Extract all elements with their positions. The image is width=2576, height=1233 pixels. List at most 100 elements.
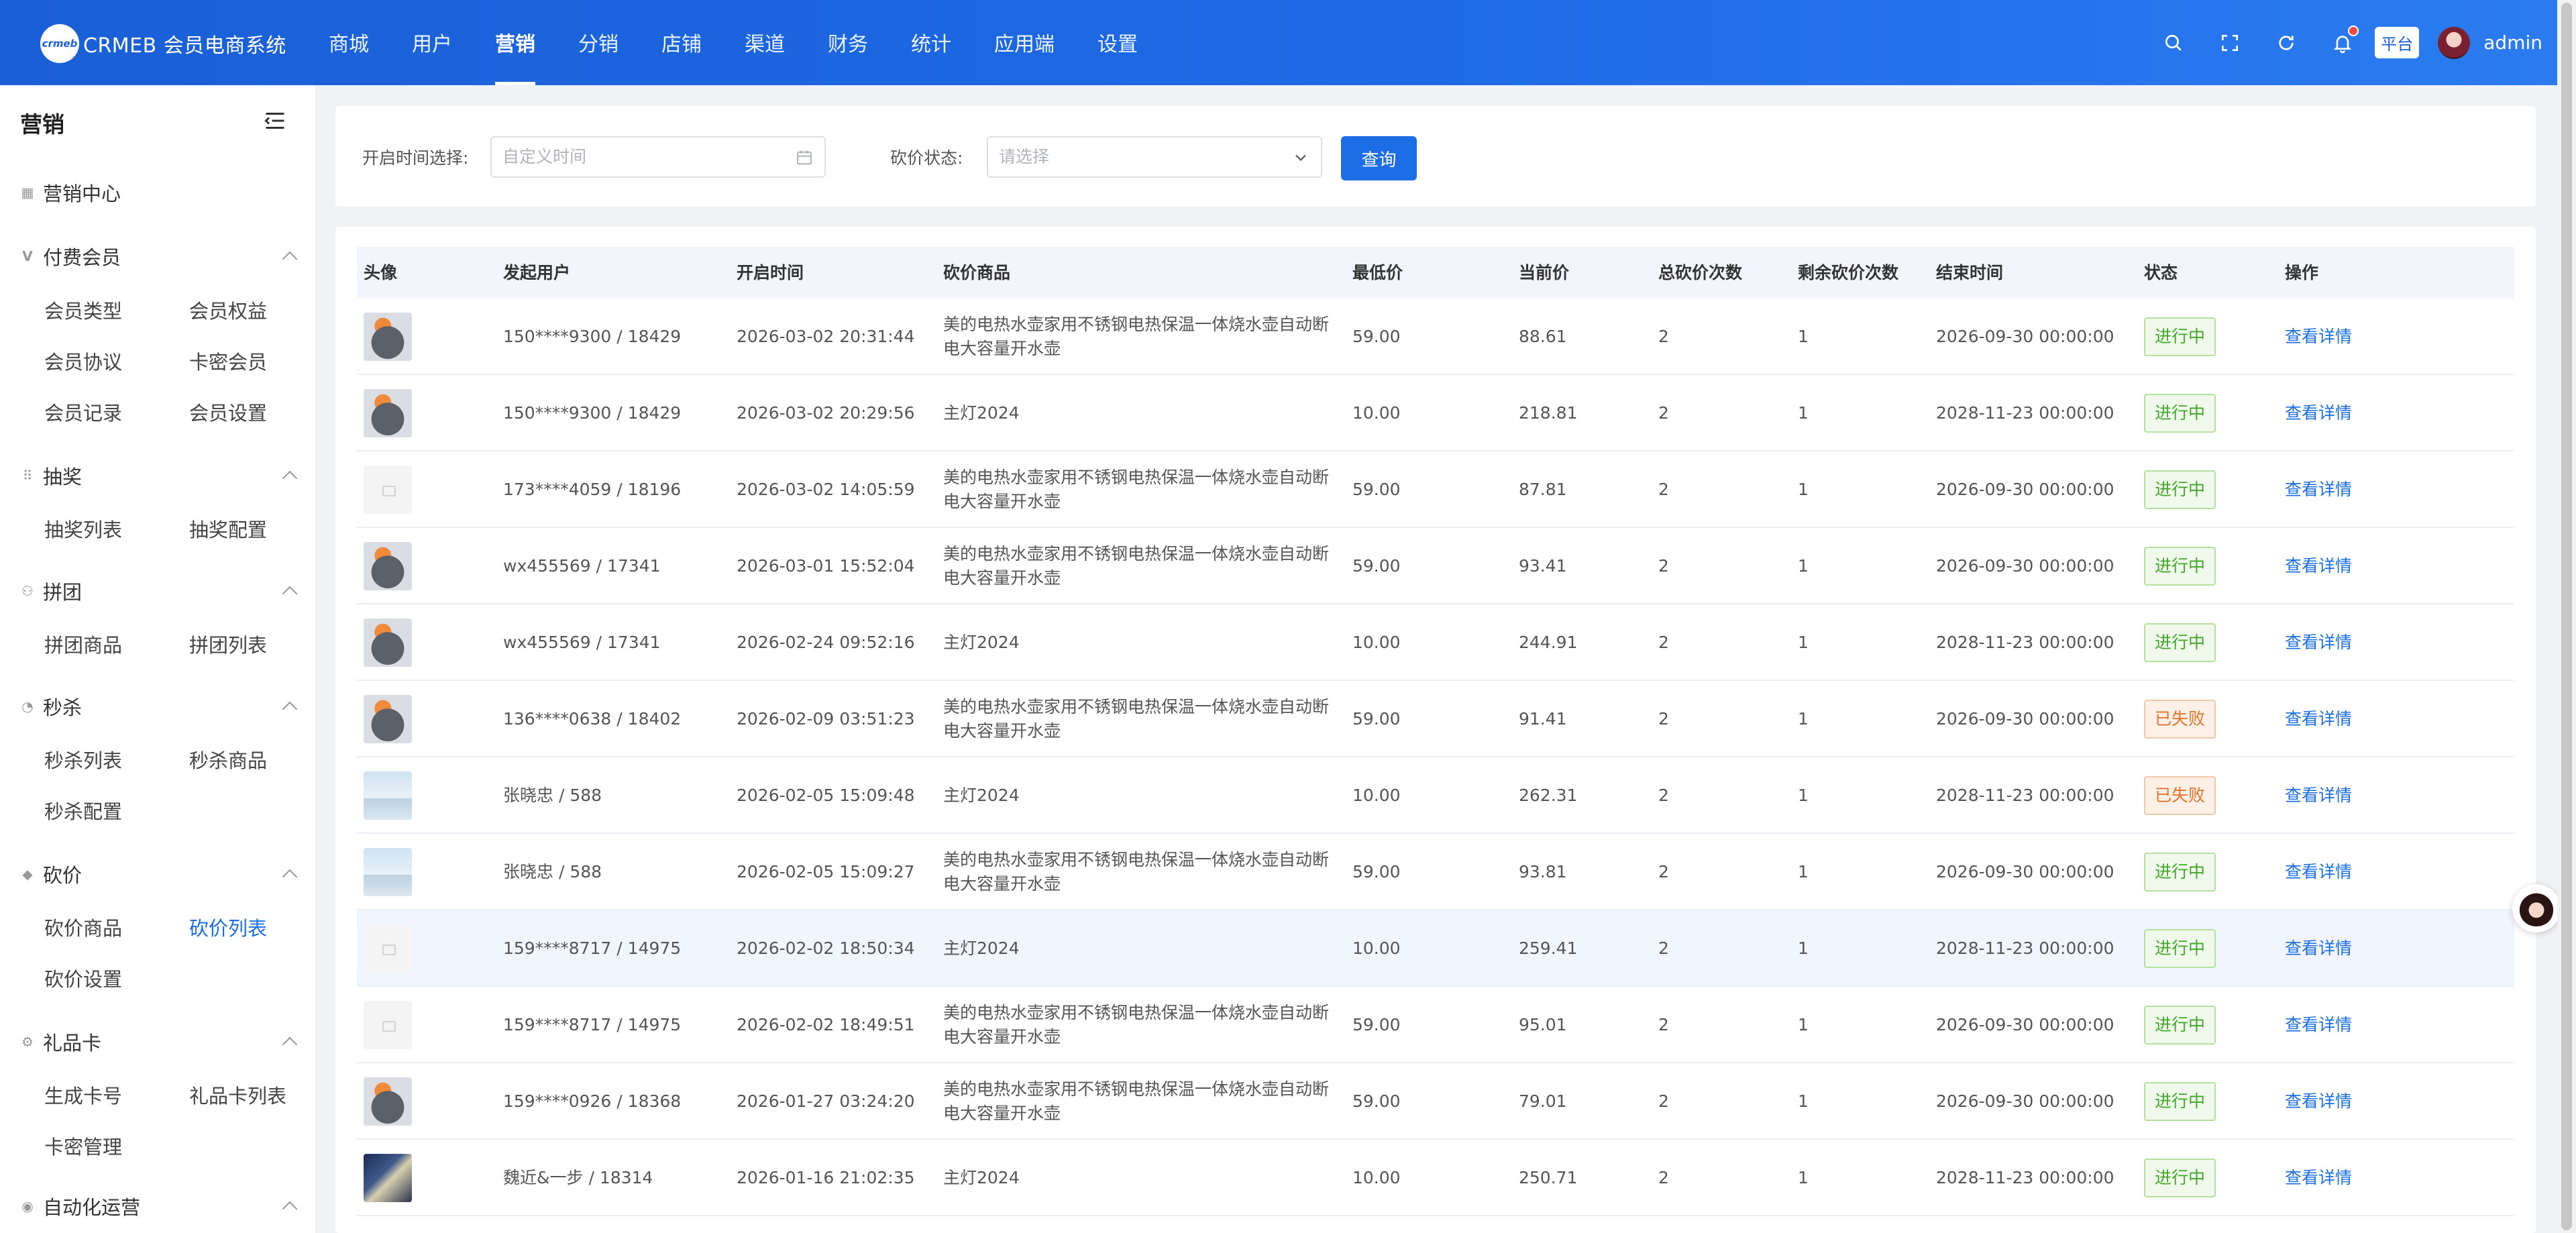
- view-detail-link[interactable]: 查看详情: [2285, 707, 2352, 731]
- nav-item[interactable]: 用户: [412, 0, 452, 85]
- view-detail-link[interactable]: 查看详情: [2285, 936, 2352, 961]
- table-row[interactable]: wx455569 / 17341 2026-02-24 09:52:16 主灯202…: [357, 604, 2514, 681]
- nav-item[interactable]: 商城: [329, 0, 369, 85]
- user-avatar[interactable]: [364, 619, 412, 667]
- chevron-up-icon: [282, 869, 298, 885]
- total-bargain-count: 2: [1658, 480, 1669, 499]
- view-detail-link[interactable]: 查看详情: [2285, 1089, 2352, 1114]
- search-icon[interactable]: [2160, 30, 2187, 56]
- sidebar-item-member-record[interactable]: 会员记录: [44, 398, 122, 426]
- table-row[interactable]: 150****9300 / 18429 2026-03-02 20:29:56 主灯…: [357, 375, 2514, 451]
- bargain-table: 头像 发起用户 开启时间 砍价商品 最低价 当前价 总砍价次数 剩余砍价次数 结束时间 状态 操作 …: [335, 227, 2536, 1233]
- status-cell: 进行中: [2144, 451, 2216, 528]
- view-detail-link[interactable]: 查看详情: [2285, 631, 2352, 655]
- sidebar-item-card-manage[interactable]: 卡密管理: [44, 1132, 122, 1160]
- refresh-icon[interactable]: [2273, 30, 2300, 56]
- initiator-user: 173****4059 / 18196: [503, 480, 682, 499]
- nav-item[interactable]: 统计: [911, 0, 951, 85]
- nav-item[interactable]: 店铺: [661, 0, 702, 85]
- view-detail-link[interactable]: 查看详情: [2285, 554, 2352, 578]
- table-row[interactable]: 173****4059 / 18196 2026-03-02 14:05:59 美的…: [357, 451, 2514, 528]
- collapse-menu-icon[interactable]: [263, 111, 287, 131]
- sidebar-item-member-rights[interactable]: 会员权益: [189, 296, 267, 324]
- sidebar-section-seckill[interactable]: ◔ 秒杀: [20, 692, 298, 720]
- sidebar-item-group-goods[interactable]: 拼团商品: [44, 630, 122, 658]
- sidebar-section-automation[interactable]: ◉ 自动化运营: [20, 1192, 298, 1220]
- nav-item[interactable]: 财务: [828, 0, 868, 85]
- customer-service-button[interactable]: [2512, 884, 2561, 932]
- bargain-status-select[interactable]: 请选择: [987, 136, 1322, 178]
- view-detail-link[interactable]: 查看详情: [2285, 860, 2352, 884]
- column-header: 当前价: [1519, 263, 1570, 282]
- table-row[interactable]: 150****9300 / 18429 2026-03-02 20:31:44 美的…: [357, 299, 2514, 375]
- bargain-goods: 美的电热水壶家用不锈钢电热保温一体烧水壶自动断电大容量开水壶: [943, 315, 1330, 358]
- initiator-user: 张晓忠 / 588: [503, 862, 602, 881]
- fullscreen-icon[interactable]: [2216, 30, 2243, 56]
- start-time-picker[interactable]: 自定义时间: [490, 136, 826, 178]
- sidebar-section-paid-member[interactable]: V 付费会员: [20, 242, 298, 270]
- table-row[interactable]: 张晓忠 / 588 2026-02-05 15:09:27 美的电热水壶家用不锈钢电…: [357, 834, 2514, 910]
- nav-item[interactable]: 设置: [1097, 0, 1138, 85]
- view-detail-link[interactable]: 查看详情: [2285, 784, 2352, 808]
- scrollbar-thumb[interactable]: [2561, 3, 2572, 1230]
- user-avatar[interactable]: [364, 695, 412, 743]
- nav-item[interactable]: 营销: [495, 0, 535, 85]
- start-time: 2026-03-02 20:31:44: [737, 327, 915, 346]
- sidebar-item-member-type[interactable]: 会员类型: [44, 296, 122, 324]
- table-row[interactable]: 张晓忠 / 588 2026-02-05 15:09:48 主灯2024 10.00 2…: [357, 757, 2514, 834]
- sidebar-item-gift-card-list[interactable]: 礼品卡列表: [189, 1081, 286, 1109]
- table-row[interactable]: 魏近&一步 / 18314 2026-01-16 21:02:35 主灯2024 10…: [357, 1140, 2514, 1216]
- view-detail-link[interactable]: 查看详情: [2285, 325, 2352, 349]
- sidebar-section-bargain[interactable]: ◆ 砍价: [20, 860, 298, 888]
- logo[interactable]: crmeb CRMEB 会员电商系统: [40, 23, 286, 64]
- sidebar-item-seckill-list[interactable]: 秒杀列表: [44, 745, 122, 773]
- status-badge: 进行中: [2144, 317, 2216, 356]
- user-avatar[interactable]: [364, 1154, 412, 1202]
- view-detail-link[interactable]: 查看详情: [2285, 401, 2352, 425]
- bell-icon[interactable]: [2329, 25, 2359, 56]
- user-avatar[interactable]: [364, 924, 412, 973]
- sidebar-section-gift-card[interactable]: ⚙ 礼品卡: [20, 1028, 298, 1056]
- platform-badge[interactable]: 平台: [2375, 27, 2420, 58]
- sidebar-item-member-settings[interactable]: 会员设置: [189, 398, 267, 426]
- view-detail-link[interactable]: 查看详情: [2285, 478, 2352, 502]
- user-avatar[interactable]: [364, 771, 412, 820]
- sidebar-item-bargain-list[interactable]: 砍价列表: [189, 913, 267, 941]
- avatar-cell: [364, 834, 412, 910]
- sidebar-item-lottery-list[interactable]: 抽奖列表: [44, 515, 122, 543]
- nav-item[interactable]: 渠道: [745, 0, 785, 85]
- sidebar-item-seckill-config[interactable]: 秒杀配置: [44, 796, 122, 824]
- table-row[interactable]: wx455569 / 17341 2026-03-01 15:52:04 美的电热水…: [357, 528, 2514, 604]
- table-row[interactable]: 136****0638 / 18402 2026-02-09 03:51:23 美的…: [357, 681, 2514, 757]
- admin-name[interactable]: admin: [2483, 32, 2542, 54]
- sidebar-item-bargain-goods[interactable]: 砍价商品: [44, 913, 122, 941]
- user-avatar[interactable]: [364, 389, 412, 437]
- nav-item[interactable]: 分销: [578, 0, 619, 85]
- sidebar-section-lottery[interactable]: ⠿ 抽奖: [20, 462, 298, 490]
- user-avatar[interactable]: [364, 848, 412, 896]
- view-detail-link[interactable]: 查看详情: [2285, 1013, 2352, 1037]
- sidebar-item-seckill-goods[interactable]: 秒杀商品: [189, 745, 267, 773]
- sidebar-item-card-member[interactable]: 卡密会员: [189, 347, 267, 375]
- table-row[interactable]: 159****8717 / 14975 2026-02-02 18:50:34 主灯…: [357, 910, 2514, 987]
- sidebar-section-group[interactable]: ⚇ 拼团: [20, 577, 298, 605]
- sidebar-section-center[interactable]: ▦ 营销中心: [20, 178, 295, 207]
- user-avatar[interactable]: [364, 542, 412, 590]
- support-avatar-icon: [2518, 890, 2555, 926]
- sidebar-item-group-list[interactable]: 拼团列表: [189, 630, 267, 658]
- user-avatar[interactable]: [364, 1001, 412, 1049]
- user-avatar[interactable]: [364, 466, 412, 514]
- sidebar-item-generate-card[interactable]: 生成卡号: [44, 1081, 122, 1109]
- table-row[interactable]: 159****0926 / 18368 2026-01-27 03:24:20 美的…: [357, 1063, 2514, 1140]
- user-avatar[interactable]: [364, 313, 412, 361]
- user-avatar[interactable]: [364, 1077, 412, 1126]
- query-button[interactable]: 查询: [1341, 136, 1417, 180]
- view-detail-link[interactable]: 查看详情: [2285, 1166, 2352, 1190]
- nav-item[interactable]: 应用端: [994, 0, 1055, 85]
- table-row[interactable]: 159****8717 / 14975 2026-02-02 18:49:51 美的…: [357, 987, 2514, 1063]
- sidebar-item-member-agreement[interactable]: 会员协议: [44, 347, 122, 375]
- page-scrollbar[interactable]: [2557, 0, 2576, 1233]
- sidebar-item-bargain-settings[interactable]: 砍价设置: [44, 964, 122, 992]
- admin-avatar[interactable]: [2438, 26, 2471, 59]
- sidebar-item-lottery-config[interactable]: 抽奖配置: [189, 515, 267, 543]
